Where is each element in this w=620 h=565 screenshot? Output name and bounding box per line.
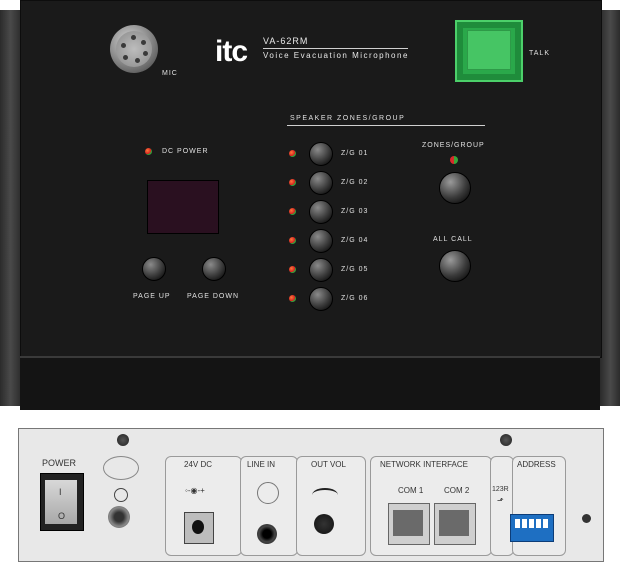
front-panel: MIC itc VA-62RM Voice Evacuation Microph… — [0, 0, 620, 410]
arrow-icon: ⬏ — [497, 496, 504, 505]
status-display — [147, 180, 219, 234]
zones-group-label: ZONES/GROUP — [422, 142, 485, 149]
headphone-icon — [257, 482, 279, 504]
front-bottom-strip — [20, 356, 600, 410]
zone-04-label: Z/G 04 — [341, 237, 369, 244]
dip-switch-3[interactable] — [529, 519, 534, 528]
line-in-jack[interactable] — [257, 524, 277, 544]
model-number: VA-62RM — [263, 36, 309, 46]
zone-05-label: Z/G 05 — [341, 266, 369, 273]
com2-label: COM 2 — [444, 486, 470, 495]
address-label: ADDRESS — [517, 460, 556, 469]
com2-port-socket — [439, 510, 469, 536]
talk-button-face — [467, 30, 511, 70]
zone-06-label: Z/G 06 — [341, 295, 369, 302]
zone-02-button[interactable] — [309, 171, 333, 195]
dip-switch-5[interactable] — [543, 519, 548, 528]
mic-pin-icon — [123, 55, 128, 60]
mic-pin-icon — [131, 35, 136, 40]
dc-polarity-icon: ◦-◉-+ — [185, 486, 205, 495]
zone-04-button[interactable] — [309, 229, 333, 253]
mic-label: MIC — [162, 70, 178, 77]
zone-05-button[interactable] — [309, 258, 333, 282]
dc-label: 24V DC — [184, 460, 213, 469]
com1-port-socket — [393, 510, 423, 536]
out-vol-label: OUT VOL — [311, 460, 346, 469]
page-up-button[interactable] — [142, 257, 166, 281]
screw-icon — [117, 434, 129, 446]
network-label: NETWORK INTERFACE — [380, 460, 469, 469]
out-vol-knob[interactable] — [314, 514, 334, 534]
page-up-label: PAGE UP — [133, 293, 171, 300]
dip-switch-1[interactable] — [515, 519, 520, 528]
zones-group-button[interactable] — [439, 172, 471, 204]
dip-switch-4[interactable] — [536, 519, 541, 528]
mount-hole-icon — [582, 514, 591, 523]
mic-pin-icon — [143, 51, 148, 56]
speaker-zones-divider — [287, 125, 485, 126]
page-down-button[interactable] — [202, 257, 226, 281]
com1-label: COM 1 — [398, 486, 424, 495]
zone-02-led — [289, 179, 296, 186]
zone-02-label: Z/G 02 — [341, 179, 369, 186]
screw-icon — [500, 434, 512, 446]
dc-power-led — [145, 148, 152, 155]
power-off-mark: O — [58, 511, 66, 521]
ground-icon — [114, 488, 128, 502]
product-description: Voice Evacuation Microphone — [263, 51, 409, 60]
termination-label: 123R — [492, 486, 509, 493]
ground-screw[interactable] — [108, 506, 130, 528]
zone-04-led — [289, 237, 296, 244]
itc-logo: itc — [215, 35, 248, 68]
mic-pin-icon — [121, 43, 126, 48]
all-call-label: ALL CALL — [433, 236, 473, 243]
zone-05-led — [289, 266, 296, 273]
dc-jack-hole — [192, 520, 204, 534]
zone-06-button[interactable] — [309, 287, 333, 311]
zone-01-led — [289, 150, 296, 157]
zone-06-led — [289, 295, 296, 302]
out-vol-section — [296, 456, 366, 556]
zone-03-led — [289, 208, 296, 215]
power-on-mark: I — [59, 487, 62, 497]
zone-01-label: Z/G 01 — [341, 150, 369, 157]
ground-terminal-ring — [103, 456, 139, 480]
mic-pin-icon — [135, 58, 140, 63]
zone-03-button[interactable] — [309, 200, 333, 224]
line-in-label: LINE IN — [247, 460, 276, 469]
volume-arc-icon — [312, 488, 338, 502]
dip-switch-2[interactable] — [522, 519, 527, 528]
power-label: POWER — [42, 458, 77, 468]
zones-group-led — [450, 156, 458, 164]
talk-label: TALK — [529, 50, 550, 57]
all-call-button[interactable] — [439, 250, 471, 282]
page-down-label: PAGE DOWN — [187, 293, 240, 300]
zone-01-button[interactable] — [309, 142, 333, 166]
mic-pin-icon — [141, 40, 146, 45]
zone-03-label: Z/G 03 — [341, 208, 369, 215]
title-divider — [263, 48, 408, 49]
dc-power-label: DC POWER — [162, 148, 209, 155]
speaker-zones-title: SPEAKER ZONES/GROUP — [290, 115, 406, 122]
